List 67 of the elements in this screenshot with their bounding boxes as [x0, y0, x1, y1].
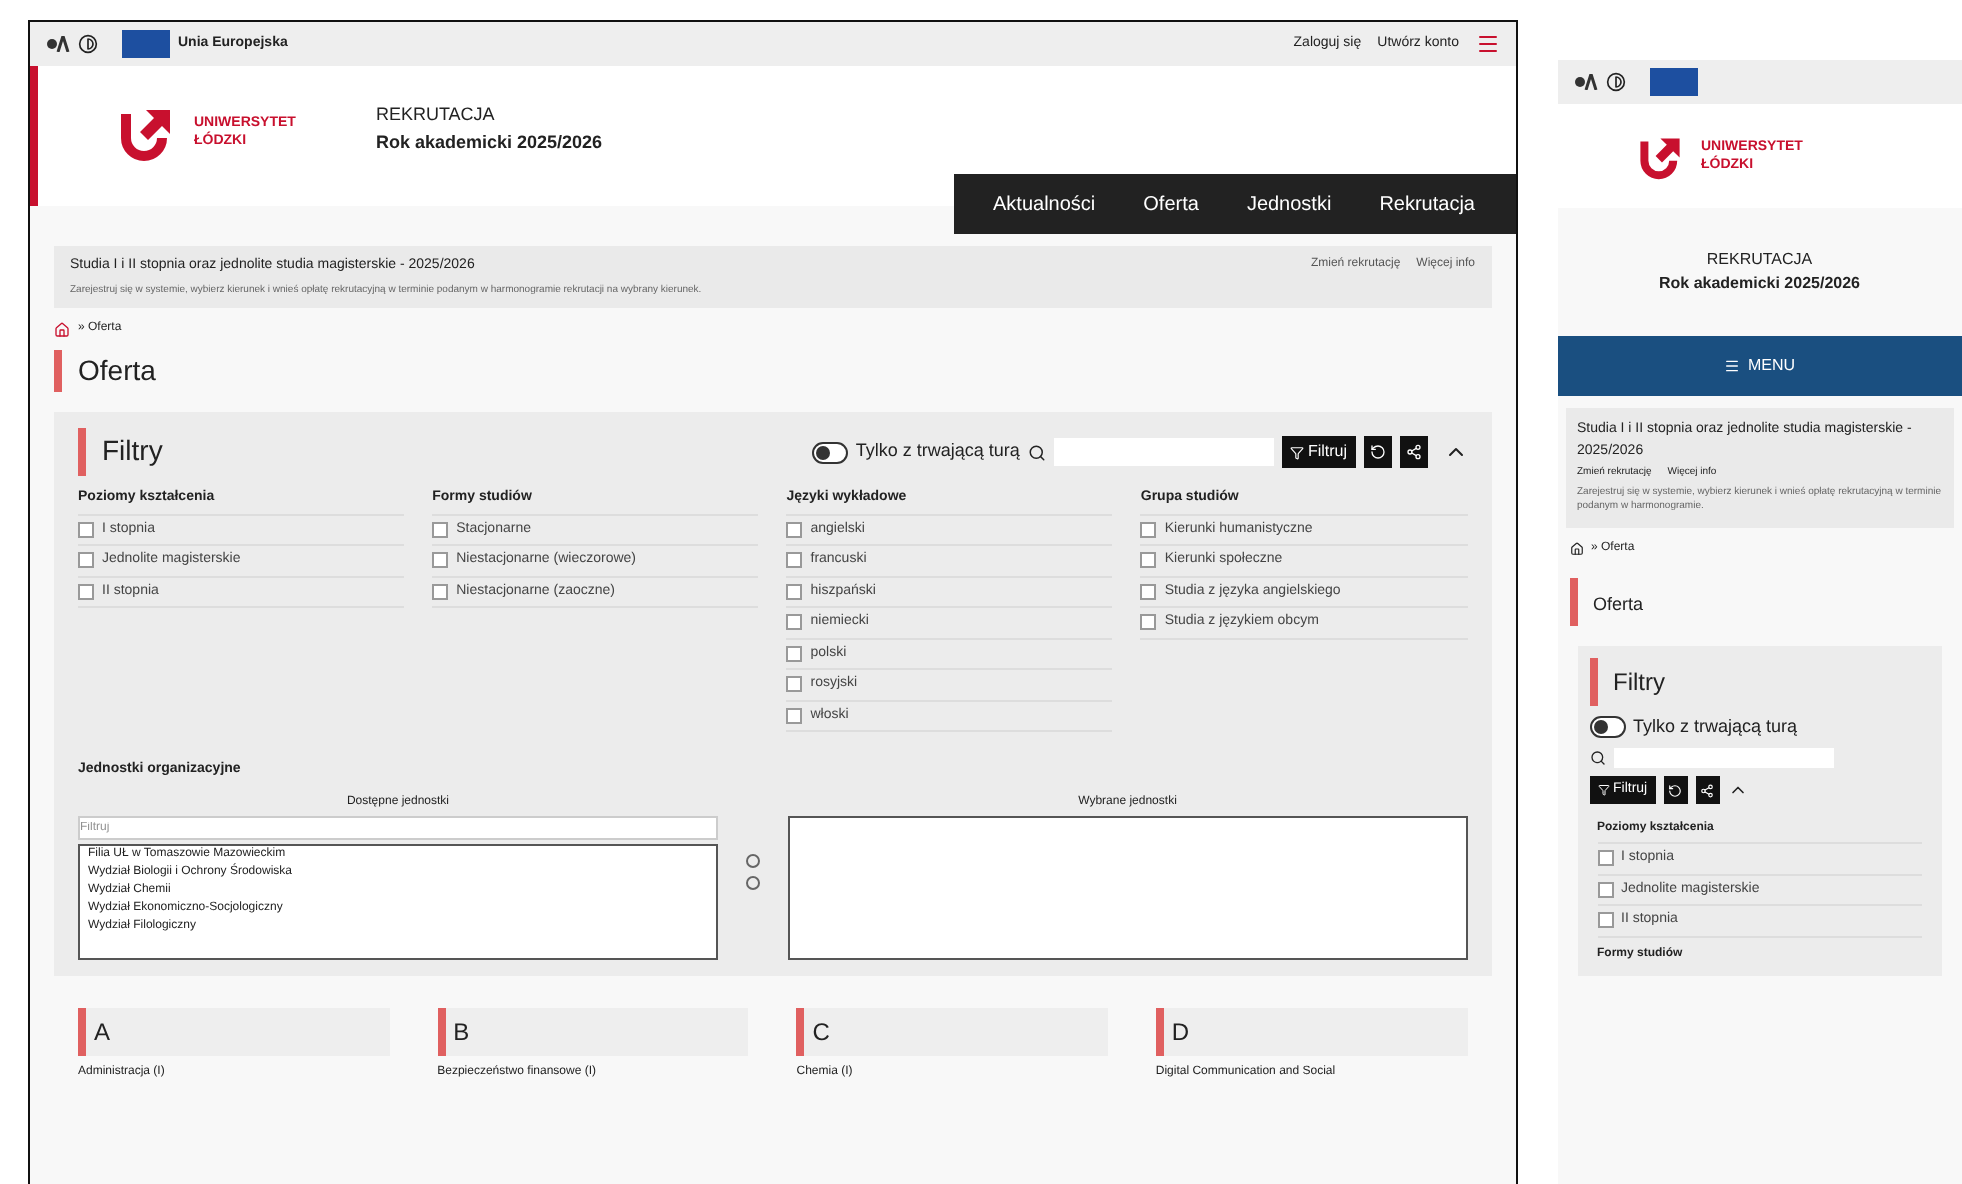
checkbox[interactable] — [786, 521, 803, 538]
menu-icon[interactable] — [1475, 32, 1499, 56]
checkbox[interactable] — [432, 583, 449, 600]
toggle-label: Tylko z trwającą turą — [855, 438, 1020, 465]
font-size-icon[interactable] — [1573, 74, 1597, 90]
reset-button[interactable] — [1663, 776, 1688, 804]
add-icon[interactable] — [746, 853, 760, 867]
search-icon — [1589, 750, 1605, 766]
toggle-label: Tylko z trwającą turą — [1633, 713, 1798, 740]
header-subtitle: Rok akademicki 2025/2026 — [375, 129, 603, 155]
checkbox[interactable] — [78, 583, 94, 600]
header-subtitle: Rok akademicki 2025/2026 — [1658, 272, 1860, 296]
nav-link[interactable]: Aktualności — [969, 189, 1120, 219]
refresh-icon — [1369, 444, 1385, 460]
checkbox[interactable] — [1597, 850, 1613, 867]
share-button[interactable] — [1399, 436, 1427, 468]
checkbox[interactable] — [78, 521, 94, 538]
page-heading: Oferta — [78, 352, 158, 390]
share-button[interactable] — [1695, 776, 1720, 804]
letter-heading: D — [1171, 1017, 1190, 1045]
contrast-icon[interactable] — [78, 34, 98, 54]
page-heading: Oferta — [1593, 593, 1644, 613]
checkbox[interactable] — [1597, 881, 1613, 898]
checkbox[interactable] — [1597, 912, 1613, 929]
home-icon[interactable] — [54, 321, 70, 337]
checkbox[interactable] — [1140, 583, 1157, 600]
menu-button[interactable]: MENU — [1557, 336, 1962, 396]
header-title: REKRUTACJA — [1706, 248, 1813, 272]
filter-icon — [1597, 784, 1609, 796]
letter-heading: B — [453, 1017, 470, 1045]
home-icon[interactable] — [1569, 541, 1583, 555]
checkbox[interactable] — [1140, 614, 1157, 631]
filters-title: Filtry — [102, 434, 163, 466]
reset-button[interactable] — [1363, 436, 1391, 468]
header-title: REKRUTACJA — [375, 102, 497, 128]
checkbox[interactable] — [786, 552, 803, 569]
logo-icon — [1637, 132, 1685, 180]
letter-heading: A — [94, 1017, 111, 1045]
flag-icon — [122, 30, 170, 58]
nav-link[interactable]: Jednostki — [1222, 189, 1356, 219]
checkbox[interactable] — [1140, 521, 1157, 538]
filter-button[interactable]: Filtruj — [1281, 436, 1355, 468]
checkbox[interactable] — [432, 552, 449, 569]
filters-title: Filtry — [1613, 667, 1665, 695]
menu-icon — [1723, 358, 1740, 374]
search-icon — [1027, 443, 1046, 461]
checkbox[interactable] — [1140, 552, 1157, 569]
checkbox[interactable] — [786, 676, 803, 693]
toggle-switch[interactable] — [1589, 715, 1625, 738]
toggle-switch[interactable] — [811, 441, 848, 463]
checkbox[interactable] — [786, 614, 803, 631]
checkbox[interactable] — [786, 707, 803, 724]
contrast-icon[interactable] — [1605, 72, 1625, 92]
refresh-icon — [1668, 783, 1683, 797]
checkbox[interactable] — [432, 521, 449, 538]
checkbox[interactable] — [786, 583, 803, 600]
share-icon — [1700, 783, 1715, 797]
remove-icon[interactable] — [746, 875, 760, 889]
letter-heading: C — [812, 1017, 830, 1045]
checkbox[interactable] — [78, 552, 94, 569]
share-icon — [1405, 444, 1421, 460]
nav-link[interactable]: Oferta — [1119, 189, 1223, 219]
filter-icon — [1289, 445, 1304, 459]
flag-icon — [1649, 68, 1697, 96]
checkbox[interactable] — [786, 645, 803, 662]
nav-link[interactable]: Rekrutacja — [1355, 189, 1499, 219]
font-size-icon[interactable] — [46, 36, 70, 52]
